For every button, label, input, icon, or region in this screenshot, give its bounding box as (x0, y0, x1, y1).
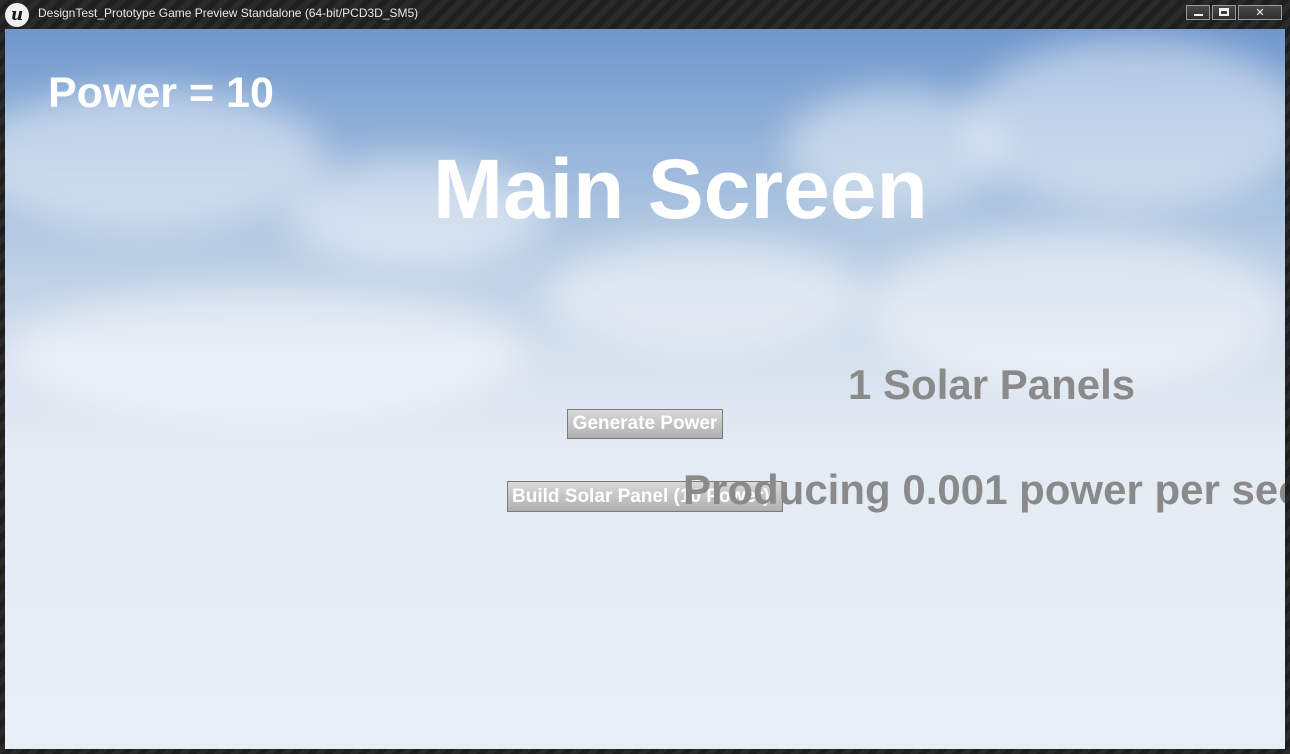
maximize-icon (1219, 8, 1229, 16)
close-button[interactable]: ✕ (1238, 5, 1282, 20)
generate-power-button[interactable]: Generate Power (567, 409, 723, 439)
sky-cloud (5, 289, 525, 419)
power-production-rate: Producing 0.001 power per second (683, 466, 1285, 513)
solar-panel-count: 1 Solar Panels (848, 361, 1136, 408)
window-title: DesignTest_Prototype Game Preview Standa… (38, 6, 419, 20)
game-viewport[interactable]: Power = 10 Main Screen 1 Solar Panels Ge… (5, 29, 1285, 749)
unreal-logo-icon: u (5, 3, 29, 27)
power-counter: Power = 10 (48, 69, 274, 117)
window-controls: ✕ (1184, 5, 1282, 20)
maximize-button[interactable] (1212, 5, 1236, 20)
close-icon: ✕ (1255, 6, 1265, 19)
minimize-icon (1194, 14, 1203, 16)
game-window: u DesignTest_Prototype Game Preview Stan… (0, 0, 1290, 754)
sky-cloud (965, 39, 1285, 209)
title-bar[interactable]: u DesignTest_Prototype Game Preview Stan… (0, 0, 1290, 29)
main-screen-title: Main Screen (433, 142, 928, 236)
minimize-button[interactable] (1186, 5, 1210, 20)
sky-cloud (545, 239, 865, 349)
